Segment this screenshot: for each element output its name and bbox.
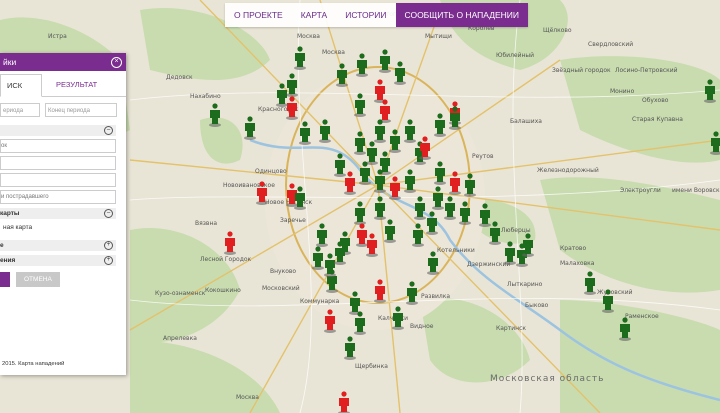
map-label: Котельники bbox=[437, 247, 475, 254]
top-navigation: О ПРОЕКТЕ КАРТА ИСТОРИИ СООБЩИТЬ О НАПАД… bbox=[225, 3, 528, 27]
section-filters[interactable]: – bbox=[0, 125, 116, 136]
map-label: Кратово bbox=[560, 245, 586, 252]
close-icon[interactable]: × bbox=[111, 57, 122, 68]
map-label: Дзержинский bbox=[467, 261, 510, 268]
map-label: Мытищи bbox=[425, 33, 452, 40]
map-label: Москва bbox=[297, 33, 320, 40]
map-label: Малаховка bbox=[560, 260, 595, 267]
section-three-label: ения bbox=[0, 257, 16, 264]
map-label: Свердловский bbox=[588, 41, 633, 48]
map-label: Истра bbox=[48, 33, 67, 40]
map-label: Люберцы bbox=[501, 227, 531, 234]
map-label: Раменское bbox=[625, 313, 659, 320]
filter-field-1[interactable]: ок bbox=[0, 139, 116, 153]
map-label: Развилка bbox=[421, 293, 450, 300]
region-label: Московская область bbox=[490, 374, 604, 384]
filter-field-2[interactable] bbox=[0, 156, 116, 170]
map-label: Лесной Городок bbox=[200, 256, 252, 263]
panel-tabs: ИСК РЕЗУЛЬТАТ bbox=[0, 74, 126, 97]
map-label: Кокошкино bbox=[205, 287, 241, 294]
filter-field-4[interactable]: и пострадавшего bbox=[0, 190, 116, 204]
map-label: Кузо-ознаменск bbox=[155, 290, 206, 297]
section-three[interactable]: ения + bbox=[0, 255, 116, 266]
collapse-icon[interactable]: – bbox=[104, 126, 113, 135]
map-label: Старая Купавна bbox=[632, 116, 683, 123]
section-two[interactable]: е + bbox=[0, 240, 116, 251]
map-label: Видное bbox=[410, 323, 434, 330]
button-row: ОТМЕНА bbox=[0, 272, 126, 287]
map-label: имени Воровского bbox=[672, 187, 720, 194]
expand-icon[interactable]: + bbox=[104, 256, 113, 265]
period-start-input[interactable]: ериода bbox=[0, 103, 40, 117]
period-end-input[interactable]: Конец периода bbox=[45, 103, 117, 117]
map-label: Обухово bbox=[642, 97, 669, 104]
map-label: Балашиха bbox=[510, 118, 542, 125]
map-label: Щербинка bbox=[355, 363, 388, 370]
map-label: Внуково bbox=[270, 268, 296, 275]
section-map[interactable]: карты – bbox=[0, 208, 116, 219]
period-row: ериода Конец периода bbox=[0, 97, 126, 117]
map-label: Заречье bbox=[280, 217, 306, 224]
tab-result[interactable]: РЕЗУЛЬТАТ bbox=[42, 74, 103, 96]
map-label: Железнодорожный bbox=[537, 167, 599, 174]
map-label: Юбилейный bbox=[496, 52, 534, 59]
section-map-label: карты bbox=[0, 210, 20, 217]
nav-map[interactable]: КАРТА bbox=[292, 3, 337, 27]
map-label: Лосино-Петровский bbox=[615, 67, 678, 74]
map-label: Электроугли bbox=[620, 187, 661, 194]
map-label: Быково bbox=[525, 302, 549, 309]
panel-header: йки × bbox=[0, 53, 126, 71]
map-label: Монино bbox=[610, 88, 635, 95]
map-label: Нахабино bbox=[190, 93, 221, 100]
search-button[interactable] bbox=[0, 272, 10, 287]
map-label: Реутов bbox=[472, 153, 494, 160]
settings-panel: йки × ИСК РЕЗУЛЬТАТ ериода Конец периода… bbox=[0, 53, 126, 375]
map-label: Одинцово bbox=[255, 168, 287, 175]
map-label: Картинск bbox=[496, 325, 526, 332]
section-two-label: е bbox=[0, 242, 4, 249]
map-label: Лыткарино bbox=[507, 281, 543, 288]
map-option[interactable]: ная карта bbox=[3, 224, 126, 231]
nav-stories[interactable]: ИСТОРИИ bbox=[336, 3, 395, 27]
tab-search[interactable]: ИСК bbox=[0, 74, 42, 97]
map-label: Звёздный городок bbox=[552, 67, 611, 74]
map-label: Коммунарка bbox=[300, 298, 340, 305]
expand-icon[interactable]: + bbox=[104, 241, 113, 250]
panel-title: йки bbox=[3, 57, 17, 67]
map-label: Щёлково bbox=[543, 27, 572, 34]
map-label: Апрелевка bbox=[163, 335, 197, 342]
filter-field-3[interactable] bbox=[0, 173, 116, 187]
map-label: Дедовск bbox=[166, 74, 193, 81]
nav-report-attack[interactable]: СООБЩИТЬ О НАПАДЕНИИ bbox=[395, 3, 528, 27]
nav-about[interactable]: О ПРОЕКТЕ bbox=[225, 3, 292, 27]
map-label: Москва bbox=[322, 49, 345, 56]
map-label: Московский bbox=[262, 285, 300, 292]
map-label: Вязвна bbox=[195, 220, 217, 227]
copyright: 2015. Карта нападений bbox=[2, 361, 65, 367]
cancel-button[interactable]: ОТМЕНА bbox=[16, 272, 60, 287]
map-label: Жуковский bbox=[597, 289, 633, 296]
map-label: Москва bbox=[236, 394, 259, 401]
map-label: Новоивановское bbox=[223, 182, 275, 189]
collapse-icon[interactable]: – bbox=[104, 209, 113, 218]
